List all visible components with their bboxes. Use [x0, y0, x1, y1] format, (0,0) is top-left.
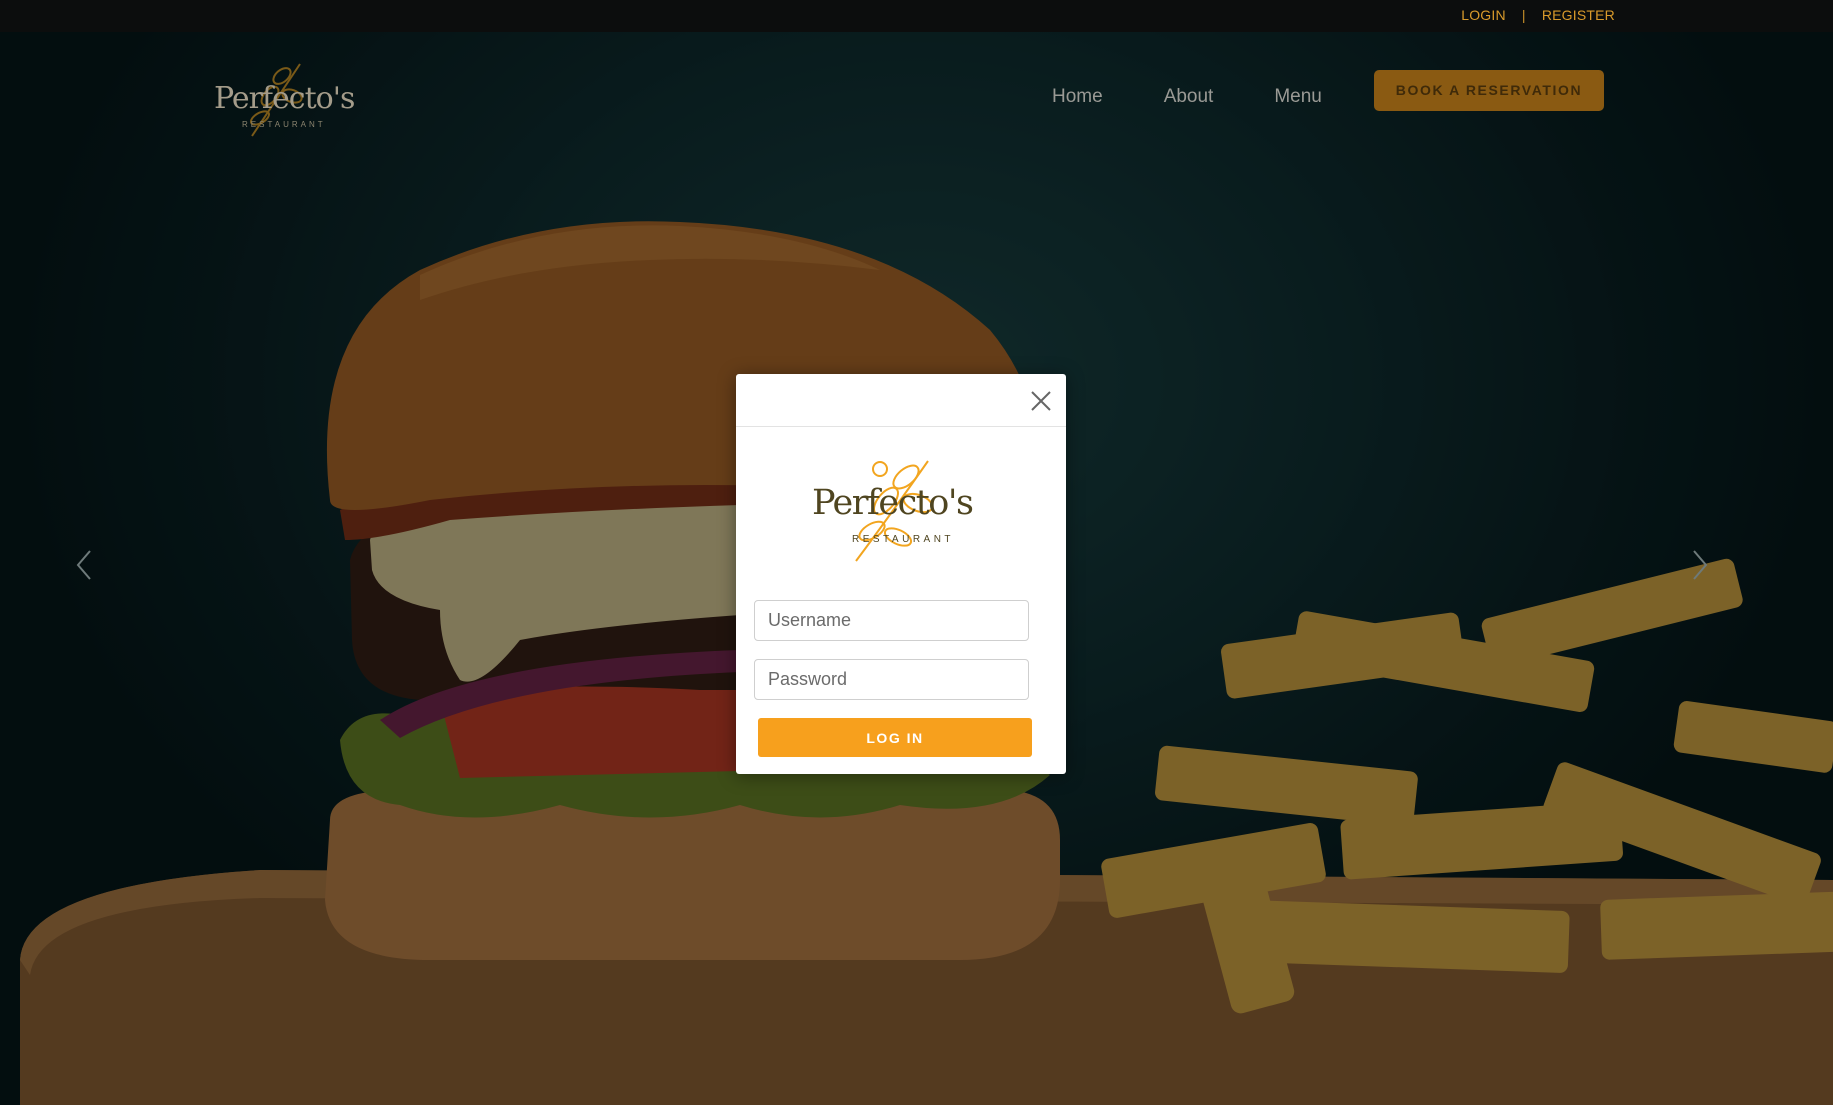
- chevron-right-icon[interactable]: [1688, 548, 1712, 582]
- top-bar: LOGIN | REGISTER: [0, 0, 1833, 32]
- auth-separator: |: [1521, 7, 1526, 23]
- login-modal: Perfecto's RESTAURANT LOG IN: [736, 374, 1066, 774]
- modal-logo-subtitle: RESTAURANT: [852, 534, 955, 545]
- nav-item-home[interactable]: Home: [1052, 86, 1103, 108]
- page: LOGIN | REGISTER Perfecto's RESTAURANT H…: [0, 0, 1833, 1105]
- brand-name: Perfecto's: [214, 81, 355, 116]
- login-link[interactable]: LOGIN: [1461, 7, 1506, 23]
- book-reservation-button[interactable]: BOOK A RESERVATION: [1374, 70, 1604, 111]
- username-input[interactable]: [754, 600, 1029, 641]
- register-link[interactable]: REGISTER: [1542, 7, 1615, 23]
- nav-item-about[interactable]: About: [1164, 86, 1214, 108]
- brand-logo[interactable]: Perfecto's RESTAURANT: [210, 56, 360, 146]
- auth-links: LOGIN | REGISTER: [1461, 7, 1615, 23]
- close-icon[interactable]: [1030, 390, 1052, 412]
- chevron-left-icon[interactable]: [72, 548, 96, 582]
- modal-logo: Perfecto's RESTAURANT: [736, 427, 1066, 577]
- brand-subtitle: RESTAURANT: [242, 120, 326, 129]
- nav-item-menu[interactable]: Menu: [1274, 86, 1322, 108]
- password-input[interactable]: [754, 659, 1029, 700]
- modal-header: [736, 374, 1066, 427]
- modal-logo-name: Perfecto's: [812, 483, 974, 523]
- main-nav: Home About Menu: [1052, 86, 1383, 108]
- log-in-button[interactable]: LOG IN: [758, 718, 1032, 757]
